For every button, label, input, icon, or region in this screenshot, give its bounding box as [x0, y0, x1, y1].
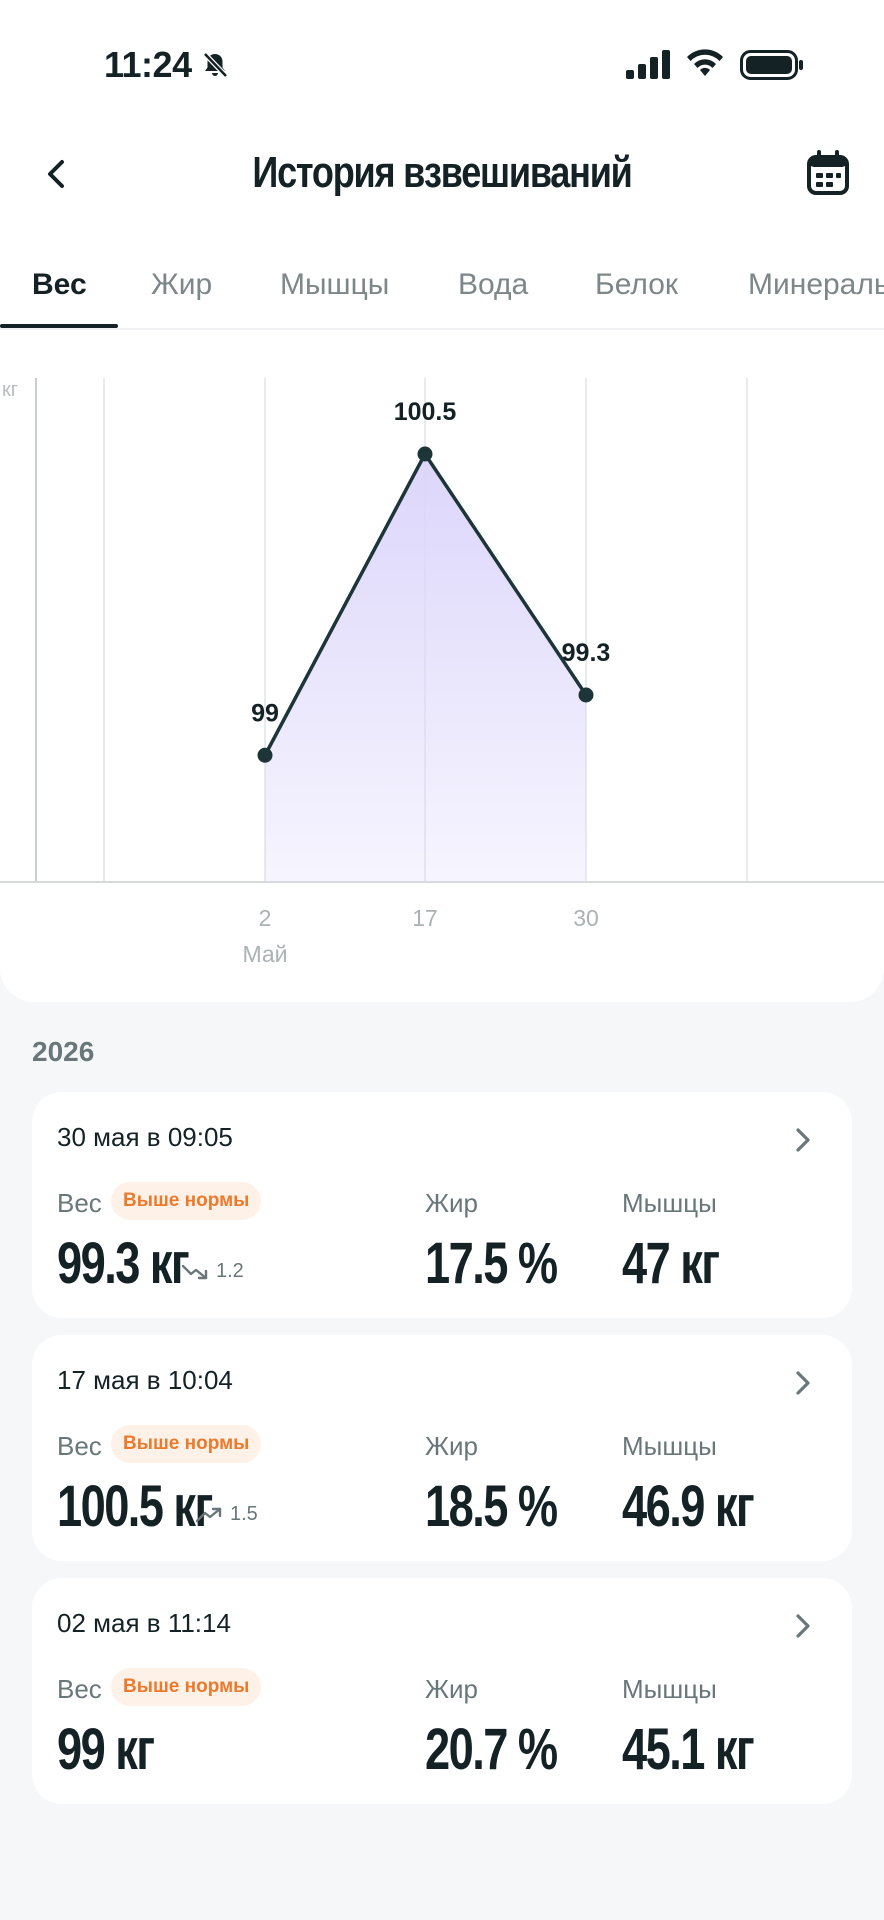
trend-down-icon	[182, 1264, 208, 1279]
wifi-icon	[687, 49, 723, 76]
chevron-right-icon	[796, 1614, 810, 1638]
fat-value: 17.5 %	[425, 1231, 558, 1296]
x-month-label: Май	[242, 941, 287, 967]
tab-muscle[interactable]: Мышцы	[280, 268, 389, 302]
history-card[interactable]: 30 мая в 09:05 Вес Выше нормы 99.3 кг 1.2 Жир…	[32, 1092, 852, 1318]
calendar-icon[interactable]	[806, 150, 850, 196]
tab-minerals[interactable]: Минералы	[748, 268, 884, 302]
history-card[interactable]: 02 мая в 11:14 Вес Выше нормы 99 кг Жир 20.7 …	[32, 1578, 852, 1804]
trend-up-icon	[196, 1507, 222, 1522]
weight-label: Вес	[57, 1188, 102, 1218]
weight-chart-svg: кг96.4кг992100.51799.330Май	[0, 378, 884, 967]
chevron-right-icon	[796, 1371, 810, 1395]
y-axis-unit: кг	[2, 379, 18, 401]
page-title: История взвешиваний	[252, 148, 632, 197]
history-year: 2026	[32, 1036, 95, 1067]
back-arrow-icon[interactable]	[38, 150, 78, 198]
fat-label: Жир	[425, 1674, 478, 1704]
data-point	[257, 747, 273, 763]
x-tick-label: 17	[412, 905, 438, 931]
weight-delta-value: 1.5	[230, 1503, 258, 1525]
entry-date: 30 мая в 09:05	[57, 1122, 233, 1152]
battery-icon	[740, 50, 803, 80]
weight-delta: 1.5	[196, 1503, 258, 1526]
data-point	[578, 687, 594, 703]
data-label: 100.5	[394, 398, 457, 426]
navigation-bar: История взвешиваний	[0, 130, 884, 220]
status-badge: Выше нормы	[111, 1182, 262, 1220]
tab-fat[interactable]: Жир	[151, 268, 212, 302]
data-label: 99.3	[562, 639, 611, 667]
active-tab-indicator	[0, 324, 118, 328]
x-tick-label: 30	[573, 905, 599, 931]
cellular-signal-icon	[626, 50, 670, 79]
weight-chart: кг96.4кг992100.51799.330Май	[0, 360, 884, 980]
status-badge: Выше нормы	[111, 1425, 262, 1463]
muscle-label: Мышцы	[622, 1188, 717, 1218]
entry-date: 17 мая в 10:04	[57, 1365, 233, 1395]
muscle-label: Мышцы	[622, 1674, 717, 1704]
muscle-value: 45.1 кг	[622, 1717, 755, 1782]
weight-value: 100.5 кг	[57, 1474, 213, 1539]
top-panel: 11:24 История взвешиваний Вес Жир Мышцы …	[0, 0, 884, 1002]
status-bar: 11:24	[0, 0, 884, 130]
weight-delta-value: 1.2	[216, 1260, 244, 1282]
fat-value: 20.7 %	[425, 1717, 558, 1782]
muscle-label: Мышцы	[622, 1431, 717, 1461]
fat-label: Жир	[425, 1188, 478, 1218]
metric-tabs: Вес Жир Мышцы Вода Белок Минералы	[0, 258, 884, 330]
weight-value: 99 кг	[57, 1717, 155, 1782]
weight-value: 99.3 кг	[57, 1231, 190, 1296]
weight-label: Вес	[57, 1431, 102, 1461]
weight-label: Вес	[57, 1674, 102, 1704]
tab-protein[interactable]: Белок	[595, 268, 678, 302]
history-card[interactable]: 17 мая в 10:04 Вес Выше нормы 100.5 кг 1.5 Жи…	[32, 1335, 852, 1561]
status-badge: Выше нормы	[111, 1668, 262, 1706]
chevron-right-icon	[796, 1128, 810, 1152]
tab-weight[interactable]: Вес	[32, 268, 87, 302]
fat-label: Жир	[425, 1431, 478, 1461]
data-point	[417, 446, 433, 462]
weight-delta: 1.2	[182, 1260, 244, 1283]
entry-date: 02 мая в 11:14	[57, 1608, 231, 1638]
data-label: 99	[251, 699, 279, 727]
muscle-value: 47 кг	[622, 1231, 720, 1296]
tab-water[interactable]: Вода	[458, 268, 528, 302]
muscle-value: 46.9 кг	[622, 1474, 755, 1539]
status-time: 11:24	[104, 44, 192, 85]
bell-muted-icon	[203, 52, 228, 78]
x-tick-label: 2	[259, 905, 272, 931]
fat-value: 18.5 %	[425, 1474, 558, 1539]
